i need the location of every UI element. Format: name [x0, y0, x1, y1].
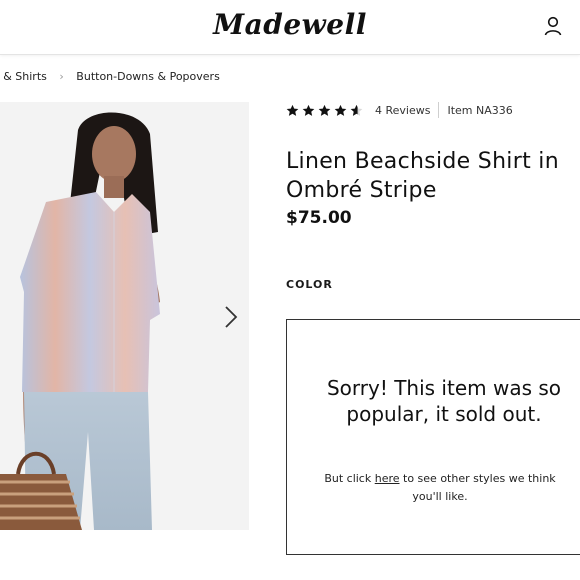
item-number: Item NA336 — [447, 103, 513, 117]
breadcrumb-item-button-downs[interactable]: Button-Downs & Popovers — [76, 70, 220, 83]
sold-out-message-before: But click — [324, 472, 375, 485]
next-image-button[interactable] — [222, 305, 240, 329]
madewell-logo[interactable]: Madewell — [0, 8, 580, 41]
breadcrumb-item-shirts[interactable]: s & Shirts — [0, 70, 47, 83]
reviews-link[interactable]: 4 Reviews — [375, 104, 430, 117]
star-icon — [318, 104, 331, 116]
product-title: Linen Beachside Shirt in Ombré Stripe — [286, 148, 559, 203]
rating-row: 4 Reviews Item NA336 — [286, 102, 513, 118]
account-button[interactable] — [543, 15, 563, 37]
product-image[interactable] — [0, 102, 249, 530]
color-label: COLOR — [286, 278, 333, 291]
half-star-icon — [350, 104, 363, 116]
user-icon — [544, 16, 562, 36]
chevron-right-icon: › — [59, 70, 64, 83]
sold-out-headline: Sorry! This item was so popular, it sold… — [326, 376, 562, 426]
star-icon — [302, 104, 315, 116]
sold-out-message-after: to see other styles we think you'll like… — [399, 472, 556, 503]
product-price: $75.00 — [286, 208, 352, 228]
divider — [438, 102, 440, 118]
star-icon — [286, 104, 299, 116]
sold-out-panel: Sorry! This item was so popular, it sold… — [286, 319, 580, 555]
star-icon — [334, 104, 347, 116]
other-styles-link[interactable]: here — [375, 472, 400, 485]
breadcrumb: s & Shirts › Button-Downs & Popovers — [0, 70, 220, 83]
sold-out-message: But click here to see other styles we th… — [315, 470, 565, 506]
chevron-right-icon — [225, 306, 238, 328]
star-rating[interactable] — [286, 104, 366, 117]
site-header: Madewell — [0, 0, 580, 55]
model-photo — [0, 102, 249, 530]
